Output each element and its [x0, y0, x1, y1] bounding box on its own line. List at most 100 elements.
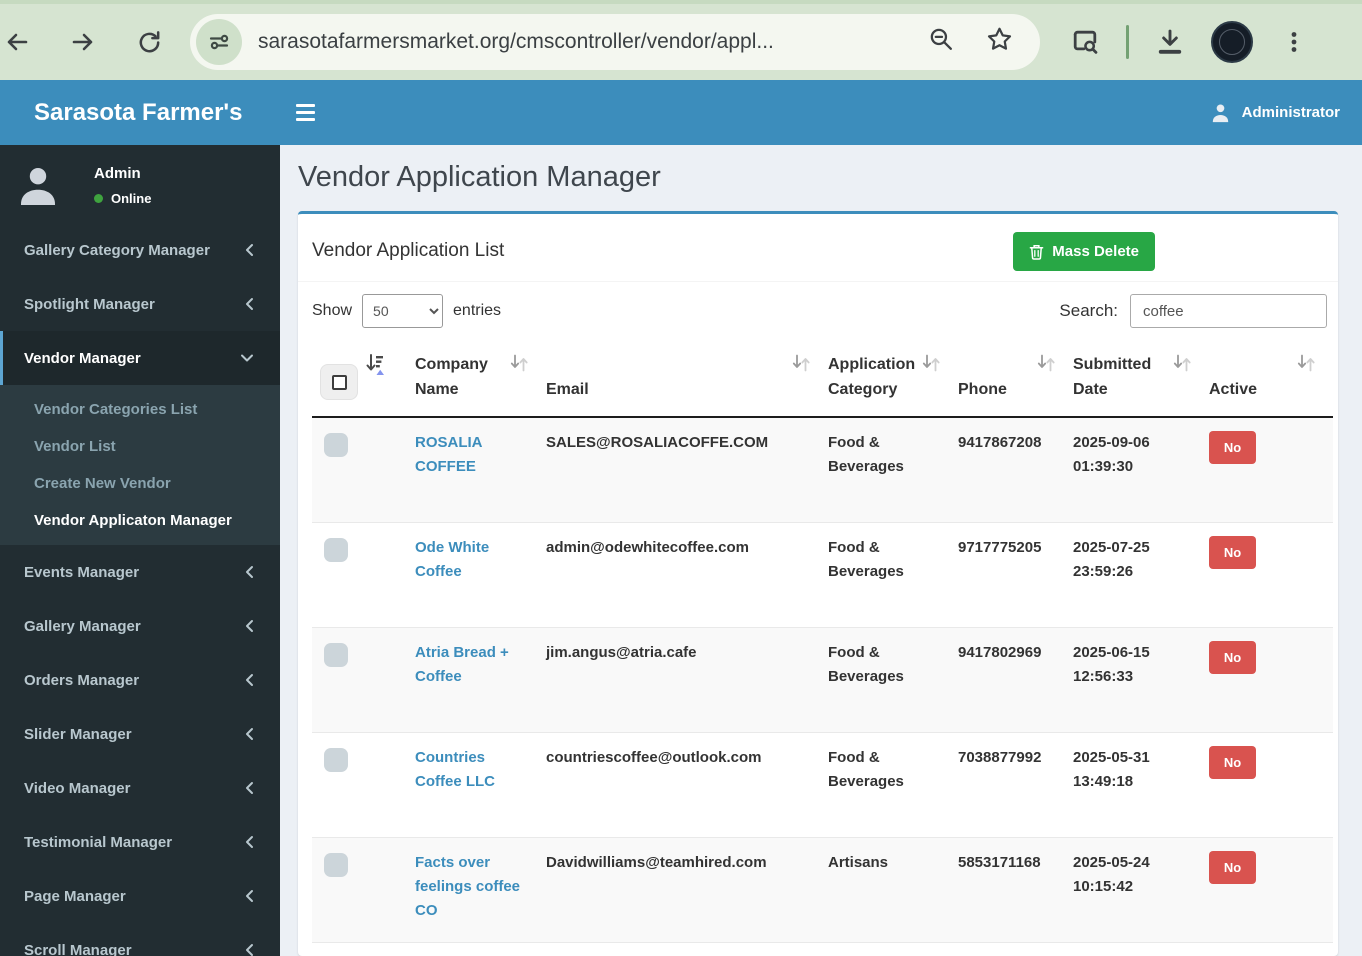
sidebar-toggle-button[interactable] — [296, 98, 326, 128]
company-link[interactable]: Atria Bread + Coffee — [415, 644, 509, 685]
sidebar-item-slider-manager[interactable]: Slider Manager — [0, 707, 280, 761]
entries-label: entries — [453, 302, 501, 320]
row-checkbox[interactable] — [324, 643, 348, 667]
table-row: Atria Bread + Coffee jim.angus@atria.caf… — [312, 628, 1333, 733]
chevron-left-icon — [244, 297, 254, 311]
column-header-email[interactable]: Email — [538, 340, 820, 417]
category-cell: Food & Beverages — [820, 523, 950, 628]
phone-cell: 9417802969 — [950, 628, 1065, 733]
search-input[interactable] — [1130, 294, 1327, 328]
active-toggle-button[interactable]: No — [1209, 641, 1256, 674]
sort-arrows-icon — [1296, 353, 1316, 373]
chevron-left-icon — [244, 889, 254, 903]
user-name: Admin — [94, 165, 151, 182]
column-header-active[interactable]: Active — [1201, 340, 1325, 417]
person-icon — [1209, 101, 1232, 124]
sidebar-item-testimonial-manager[interactable]: Testimonial Manager — [0, 815, 280, 869]
kebab-menu-icon — [1281, 29, 1307, 55]
sidebar-item-events-manager[interactable]: Events Manager — [0, 545, 280, 599]
phone-cell: 7038877992 — [950, 733, 1065, 838]
sidebar-item-scroll-manager[interactable]: Scroll Manager — [0, 923, 280, 956]
row-checkbox[interactable] — [324, 433, 348, 457]
company-link[interactable]: Facts over feelings coffee CO — [415, 854, 520, 919]
category-cell: Artisans — [820, 838, 950, 943]
sidebar-item-gallery-category-manager[interactable]: Gallery Category Manager — [0, 223, 280, 277]
mass-delete-label: Mass Delete — [1052, 243, 1139, 260]
sidebar-item-create-new-vendor[interactable]: Create New Vendor — [0, 465, 280, 502]
email-cell: SALES@ROSALIACOFFE.COM — [538, 417, 820, 523]
row-checkbox[interactable] — [324, 748, 348, 772]
tab-search-button[interactable] — [1068, 25, 1102, 59]
phone-cell: 9717775205 — [950, 523, 1065, 628]
site-settings-button[interactable] — [196, 19, 242, 65]
select-all-header[interactable] — [312, 340, 407, 417]
company-link[interactable]: ROSALIA COFFEE — [415, 434, 482, 475]
submitted-cell: 2025-05-2410:15:42 — [1065, 838, 1201, 943]
brand-logo[interactable]: Sarasota Farmer's — [0, 80, 280, 145]
arrow-right-icon — [69, 28, 97, 56]
browser-reload-button[interactable] — [132, 25, 166, 59]
arrow-left-icon — [3, 28, 31, 56]
show-label: Show — [312, 302, 352, 320]
submitted-cell: 2025-05-3113:49:18 — [1065, 733, 1201, 838]
email-cell: Davidwilliams@teamhired.com — [538, 838, 820, 943]
sidebar-item-vendor-manager[interactable]: Vendor Manager — [0, 331, 280, 385]
row-checkbox[interactable] — [324, 538, 348, 562]
active-toggle-button[interactable]: No — [1209, 851, 1256, 884]
sort-arrows-icon — [791, 353, 811, 373]
chevron-left-icon — [244, 727, 254, 741]
url-text[interactable]: sarasotafarmersmarket.org/cmscontroller/… — [258, 30, 928, 54]
phone-cell: 2395440127 — [950, 943, 1065, 956]
email-cell: Info.risecoffee@gmail.com — [538, 943, 820, 956]
url-bar[interactable]: sarasotafarmersmarket.org/cmscontroller/… — [190, 14, 1040, 70]
phone-cell: 5853171168 — [950, 838, 1065, 943]
sidebar-item-vendor-categories-list[interactable]: Vendor Categories List — [0, 391, 280, 428]
sidebar-item-gallery-manager[interactable]: Gallery Manager — [0, 599, 280, 653]
bookmark-button[interactable] — [985, 25, 1014, 59]
chevron-left-icon — [244, 619, 254, 633]
admin-user-menu[interactable]: Administrator — [1209, 101, 1340, 124]
downloads-button[interactable] — [1153, 25, 1187, 59]
toolbar-separator — [1126, 25, 1129, 59]
page-length-select[interactable]: 50 — [362, 294, 443, 328]
chevron-left-icon — [244, 565, 254, 579]
sidebar-item-vendor-application-manager[interactable]: Vendor Applicaton Manager — [0, 502, 280, 539]
sidebar-item-vendor-list[interactable]: Vendor List — [0, 428, 280, 465]
browser-back-button[interactable] — [0, 25, 34, 59]
page-title: Vendor Application Manager — [298, 159, 1338, 195]
active-toggle-button[interactable]: No — [1209, 431, 1256, 464]
sidebar-item-video-manager[interactable]: Video Manager — [0, 761, 280, 815]
trash-icon — [1029, 244, 1044, 260]
column-header-phone[interactable]: Phone — [950, 340, 1065, 417]
browser-profile-avatar[interactable] — [1211, 21, 1253, 63]
table-row: Countries Coffee LLC countriescoffee@out… — [312, 733, 1333, 838]
chevron-left-icon — [244, 673, 254, 687]
column-header-company-name[interactable]: Company Name — [407, 340, 538, 417]
chevron-left-icon — [244, 243, 254, 257]
sidebar-item-spotlight-manager[interactable]: Spotlight Manager — [0, 277, 280, 331]
company-link[interactable]: Ode White Coffee — [415, 539, 489, 580]
zoom-button[interactable] — [928, 26, 955, 58]
content-area: Vendor Application Manager Vendor Applic… — [280, 145, 1362, 956]
mass-delete-button[interactable]: Mass Delete — [1013, 232, 1155, 271]
submitted-cell: 2025-05-1319:06:44 — [1065, 943, 1201, 956]
category-cell: Food & Beverages — [820, 733, 950, 838]
select-all-checkbox[interactable] — [320, 364, 358, 400]
submitted-cell: 2025-06-1512:56:33 — [1065, 628, 1201, 733]
active-toggle-button[interactable]: No — [1209, 536, 1256, 569]
column-header-application-category[interactable]: Application Category — [820, 340, 950, 417]
sort-arrows-icon — [1036, 353, 1056, 373]
column-header-submitted-date[interactable]: Submitted Date — [1065, 340, 1201, 417]
column-header-actions — [1325, 340, 1333, 417]
active-toggle-button[interactable]: No — [1209, 746, 1256, 779]
submitted-cell: 2025-09-0601:39:30 — [1065, 417, 1201, 523]
user-avatar-icon — [14, 161, 62, 209]
sidebar-item-orders-manager[interactable]: Orders Manager — [0, 653, 280, 707]
email-cell: countriescoffee@outlook.com — [538, 733, 820, 838]
tune-icon — [207, 30, 231, 54]
sidebar-item-page-manager[interactable]: Page Manager — [0, 869, 280, 923]
company-link[interactable]: Countries Coffee LLC — [415, 749, 495, 790]
row-checkbox[interactable] — [324, 853, 348, 877]
browser-menu-button[interactable] — [1277, 25, 1311, 59]
browser-forward-button[interactable] — [66, 25, 100, 59]
